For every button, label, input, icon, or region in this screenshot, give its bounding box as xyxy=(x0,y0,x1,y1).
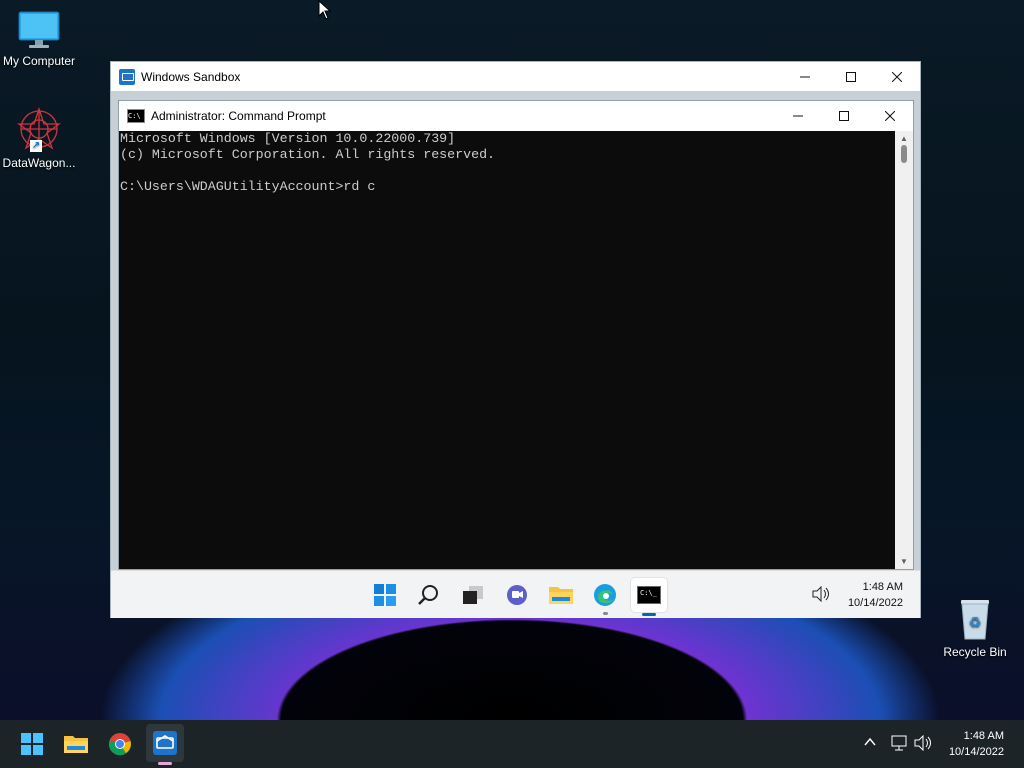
sandbox-title-bar[interactable]: Windows Sandbox xyxy=(111,62,920,91)
sandbox-taskbar: C:\_ 1:48 AM 10/14/2022 xyxy=(111,570,920,618)
windows-sandbox-icon xyxy=(119,68,135,85)
maximize-button[interactable] xyxy=(821,101,867,131)
desktop-icon-label: Recycle Bin xyxy=(943,645,1007,659)
minimize-button[interactable] xyxy=(782,62,828,91)
active-indicator xyxy=(158,762,172,765)
running-indicator xyxy=(603,612,608,615)
scroll-up-icon[interactable]: ▲ xyxy=(900,134,908,143)
maximize-button[interactable] xyxy=(828,62,874,91)
sandbox-desktop: C:\ Administrator: Command Prompt Micros… xyxy=(111,91,920,570)
windows-sandbox-window[interactable]: Windows Sandbox C:\ Administrator: Comma… xyxy=(110,61,921,618)
desktop-icon-recycle-bin[interactable]: ♻ Recycle Bin xyxy=(936,597,1014,659)
datawagon-icon: ↗ xyxy=(16,106,62,152)
window-title: Windows Sandbox xyxy=(141,69,241,84)
desktop-icon-label: DataWagon... xyxy=(2,156,76,170)
file-explorer-icon[interactable] xyxy=(62,730,90,758)
volume-icon[interactable] xyxy=(811,585,831,607)
windows-start-icon[interactable] xyxy=(18,730,46,758)
command-prompt-icon: C:\ xyxy=(127,109,145,123)
console-line: (c) Microsoft Corporation. All rights re… xyxy=(120,147,496,162)
shortcut-arrow-icon: ↗ xyxy=(30,140,42,152)
vertical-scrollbar[interactable]: ▲ ▼ xyxy=(895,131,913,569)
scrollbar-thumb[interactable] xyxy=(901,145,907,163)
clock-time: 1:48 AM xyxy=(963,730,1004,742)
monitor-icon xyxy=(17,10,61,50)
desktop-icon-datawagon[interactable]: ↗ DataWagon... xyxy=(0,106,78,170)
chat-icon[interactable] xyxy=(503,581,531,609)
maximize-icon xyxy=(839,111,849,121)
recycle-bin-icon: ♻ xyxy=(955,597,995,641)
windows-start-icon[interactable] xyxy=(371,581,399,609)
command-prompt-window[interactable]: C:\ Administrator: Command Prompt Micros… xyxy=(118,100,914,570)
console-line: Microsoft Windows [Version 10.0.22000.73… xyxy=(120,131,456,146)
windows-sandbox-taskbar-button[interactable] xyxy=(146,724,184,762)
desktop-icon-my-computer[interactable]: My Computer xyxy=(0,10,78,68)
edge-icon[interactable] xyxy=(591,581,619,609)
cmd-title-bar[interactable]: C:\ Administrator: Command Prompt xyxy=(119,101,913,131)
maximize-icon xyxy=(846,71,856,82)
close-button[interactable] xyxy=(867,101,913,131)
console-line: C:\Users\WDAGUtilityAccount>rd c xyxy=(120,179,376,194)
show-hidden-icons-chevron-icon[interactable] xyxy=(863,735,877,754)
mouse-cursor-icon xyxy=(318,0,332,25)
clock-date: 10/14/2022 xyxy=(847,597,903,609)
clock[interactable]: 1:48 AM 10/14/2022 xyxy=(837,579,903,611)
active-indicator xyxy=(642,613,656,616)
file-explorer-icon[interactable] xyxy=(547,581,575,609)
window-controls xyxy=(782,62,920,91)
clock-time: 1:48 AM xyxy=(862,581,903,593)
close-icon xyxy=(885,111,895,121)
scroll-down-icon[interactable]: ▼ xyxy=(900,557,908,566)
clock[interactable]: 1:48 AM 10/14/2022 xyxy=(938,728,1004,760)
network-icon[interactable] xyxy=(889,734,909,757)
search-icon[interactable] xyxy=(415,581,443,609)
minimize-button[interactable] xyxy=(775,101,821,131)
windows-sandbox-icon xyxy=(153,731,177,755)
console-output[interactable]: Microsoft Windows [Version 10.0.22000.73… xyxy=(119,131,895,569)
minimize-icon xyxy=(793,115,803,117)
command-prompt-icon: C:\_ xyxy=(637,586,661,604)
chrome-icon[interactable] xyxy=(106,730,134,758)
close-button[interactable] xyxy=(874,62,920,91)
command-prompt-taskbar-button[interactable]: C:\_ xyxy=(631,578,667,612)
desktop-icon-label: My Computer xyxy=(2,54,76,68)
clock-date: 10/14/2022 xyxy=(948,746,1004,758)
window-controls xyxy=(775,101,913,131)
svg-text:♻: ♻ xyxy=(969,615,982,631)
host-taskbar: 1:48 AM 10/14/2022 xyxy=(0,720,1024,768)
close-icon xyxy=(892,71,902,82)
window-title: Administrator: Command Prompt xyxy=(151,109,326,123)
volume-icon[interactable] xyxy=(913,734,933,756)
minimize-icon xyxy=(800,76,810,77)
task-view-icon[interactable] xyxy=(459,581,487,609)
